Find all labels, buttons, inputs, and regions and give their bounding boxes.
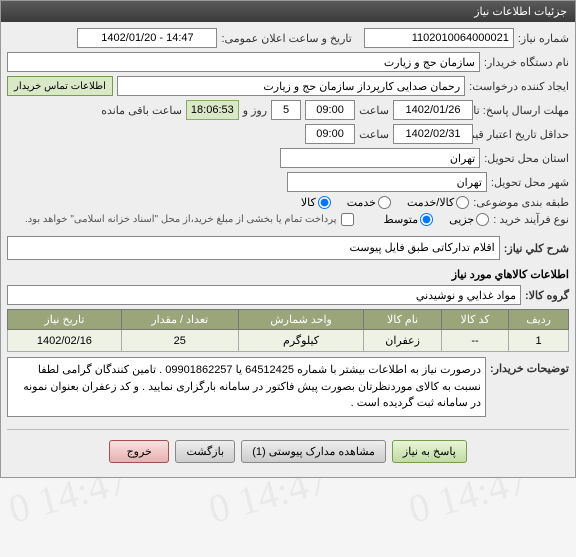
deadline-label: مهلت ارسال پاسخ: تا تاریخ: [477, 104, 569, 117]
th-unit: واحد شمارش [238, 310, 364, 330]
th-code: کد کالا [441, 310, 508, 330]
remaining-time-field: 18:06:53 [186, 100, 239, 120]
p1-label: جزیی [449, 213, 474, 226]
cell-date: 1402/02/16 [8, 330, 122, 352]
th-qty: تعداد / مقدار [121, 310, 238, 330]
th-date: تاریخ نیاز [8, 310, 122, 330]
requester-label: ایجاد کننده درخواست: [469, 80, 569, 93]
deadline-date-field: 1402/01/26 [393, 100, 473, 120]
cell-unit: کیلوگرم [238, 330, 364, 352]
deadline-time-field: 09:00 [305, 100, 355, 120]
valid-time-label: ساعت [359, 128, 389, 141]
table-header-row: ردیف کد کالا نام کالا واحد شمارش تعداد /… [8, 310, 569, 330]
process-medium-radio[interactable]: متوسط [384, 213, 434, 226]
group-field: مواد غذايي و نوشيدني [7, 285, 521, 305]
exit-button[interactable]: خروج [109, 440, 169, 463]
table-row[interactable]: 1 -- زعفران کیلوگرم 25 1402/02/16 [8, 330, 569, 352]
cat1-label: کالا/خدمت [407, 196, 454, 209]
public-date-field: 1402/01/20 - 14:47 [77, 28, 217, 48]
p2-label: متوسط [384, 213, 419, 226]
th-idx: ردیف [509, 310, 569, 330]
cat2-label: خدمت [347, 196, 376, 209]
view-attachments-button[interactable]: مشاهده مدارک پیوستی (1) [241, 440, 386, 463]
buyer-label: نام دستگاه خریدار: [484, 56, 569, 69]
remaining-label: ساعت باقی مانده [101, 104, 182, 117]
cell-code: -- [441, 330, 508, 352]
cat-goods-radio[interactable]: کالا [301, 196, 331, 209]
cell-qty: 25 [121, 330, 238, 352]
process-small-radio[interactable]: جزیی [449, 213, 489, 226]
need-details-window: جزئیات اطلاعات نیاز شماره نیاز: 11020100… [0, 0, 576, 478]
reply-button[interactable]: پاسخ به نیاز [392, 440, 467, 463]
cat-service-radio[interactable]: خدمت [347, 196, 391, 209]
deliver-town-label: شهر محل تحویل: [491, 176, 569, 189]
cat-goods-service-radio[interactable]: کالا/خدمت [407, 196, 469, 209]
valid-label: حداقل تاریخ اعتبار قیمت: تا تاریخ: [477, 128, 569, 141]
day-label: روز و [243, 104, 267, 117]
buyer-field: سازمان حج و زیارت [7, 52, 480, 72]
footer-buttons: پاسخ به نیاز مشاهده مدارک پیوستی (1) باز… [7, 429, 569, 471]
contact-buyer-button[interactable]: اطلاعات تماس خریدار [7, 76, 113, 96]
requester-field: رحمان صدایی کارپرداز سازمان حج و زیارت [117, 76, 465, 96]
buyer-desc-label: توضيحات خریدار: [490, 358, 569, 375]
deliver-city-label: استان محل تحویل: [484, 152, 569, 165]
deliver-city-field: تهران [280, 148, 480, 168]
need-no-field: 1102010064000021 [364, 28, 514, 48]
cell-name: زعفران [364, 330, 442, 352]
titlebar: جزئیات اطلاعات نیاز [1, 1, 575, 22]
group-label: گروه کالا: [525, 289, 569, 302]
deadline-time-label: ساعت [359, 104, 389, 117]
public-date-label: تاریخ و ساعت اعلان عمومی: [221, 32, 351, 45]
summary-text: اقلام تدارکاتی طبق فایل پیوست [7, 236, 500, 260]
th-name: نام کالا [364, 310, 442, 330]
category-label: طبقه بندی موضوعی: [473, 196, 569, 209]
need-no-label: شماره نیاز: [518, 32, 569, 45]
cell-idx: 1 [509, 330, 569, 352]
goods-table: ردیف کد کالا نام کالا واحد شمارش تعداد /… [7, 309, 569, 352]
day-count-field: 5 [271, 100, 301, 120]
valid-date-field: 1402/02/31 [393, 124, 473, 144]
summary-label: شرح کلي نياز: [504, 242, 569, 255]
back-button[interactable]: بازگشت [175, 440, 235, 463]
payment-note: پرداخت تمام یا بخشی از مبلغ خرید،از محل … [25, 214, 337, 225]
process-label: نوع فرآیند خرید : [493, 213, 569, 226]
buyer-desc-text: درصورت نیاز به اطلاعات بیشتر با شماره 64… [7, 357, 486, 417]
treasury-checkbox[interactable] [341, 213, 354, 226]
valid-time-field: 09:00 [305, 124, 355, 144]
deliver-town-field: تهران [287, 172, 487, 192]
cat3-label: کالا [301, 196, 316, 209]
window-title: جزئیات اطلاعات نیاز [474, 5, 567, 18]
goods-section-title: اطلاعات کالاهاي مورد نياز [7, 268, 569, 281]
